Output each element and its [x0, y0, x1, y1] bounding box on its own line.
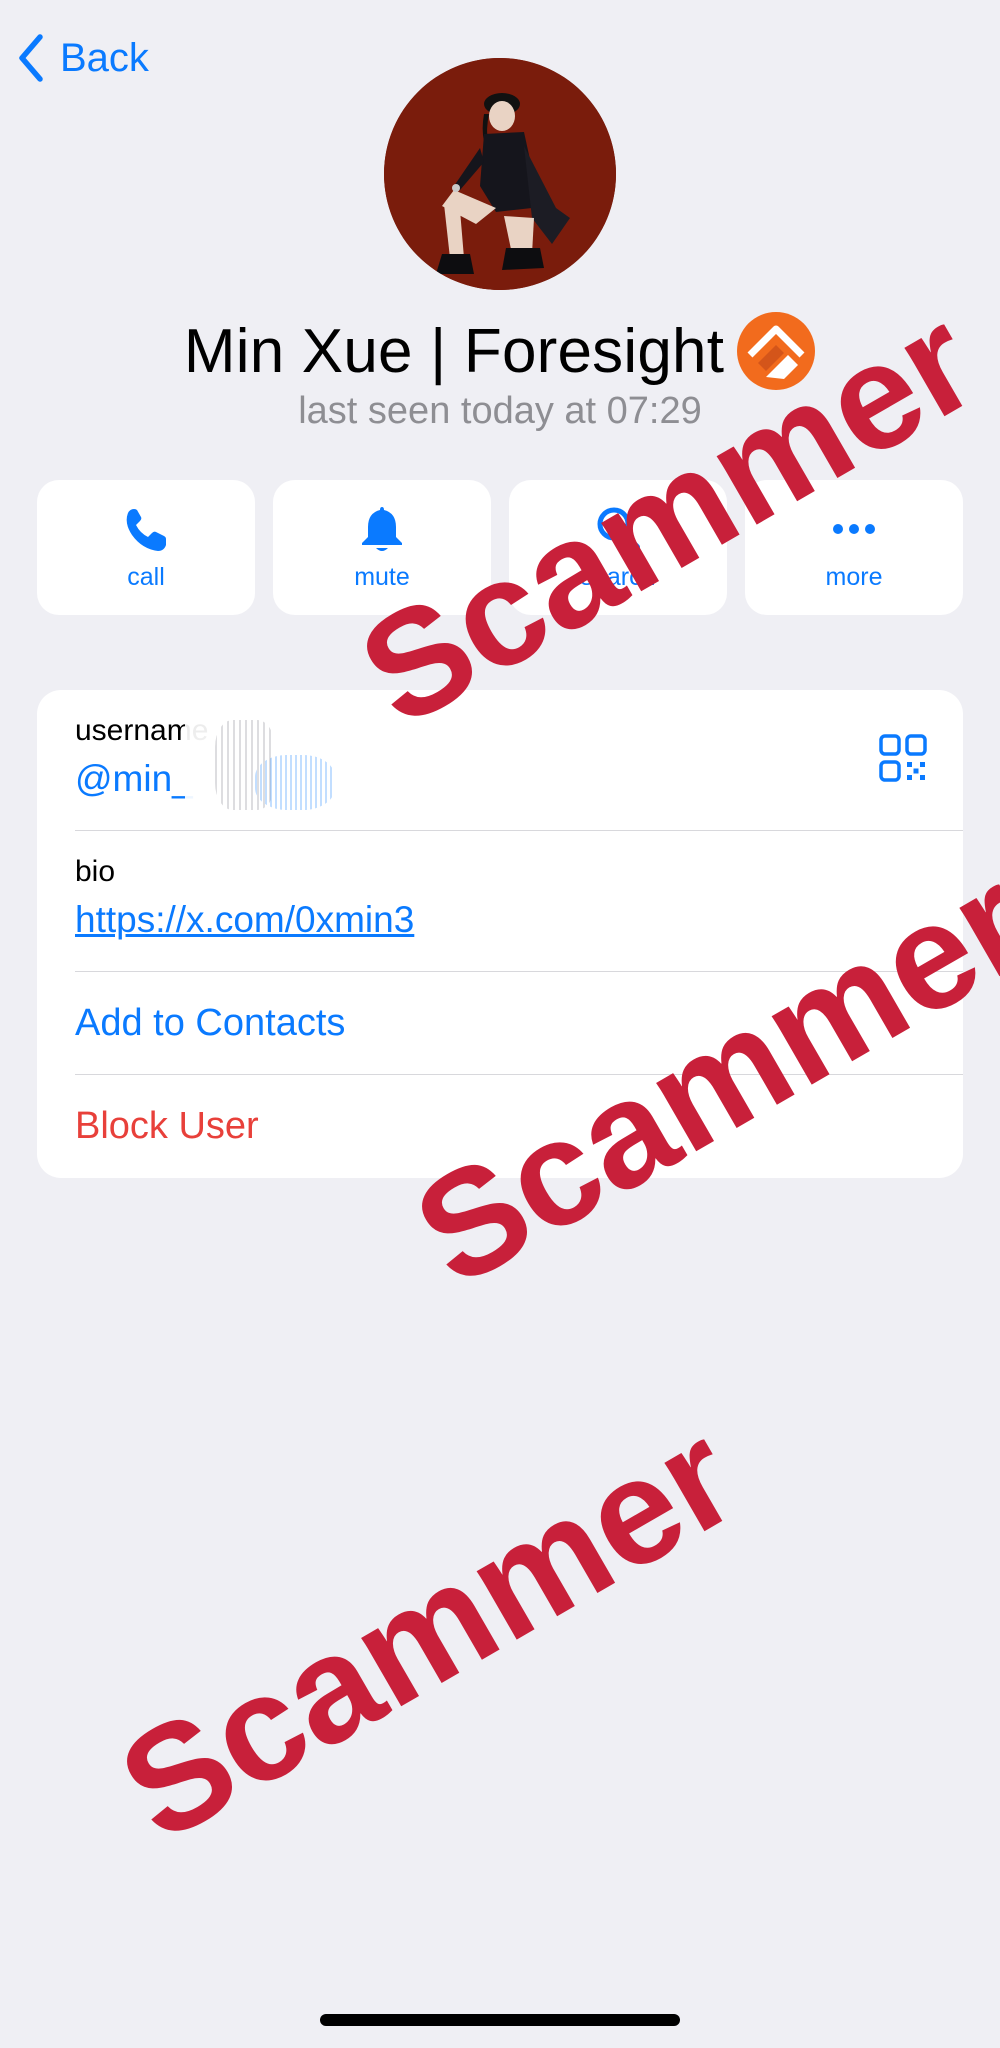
scammer-watermark: Scammer — [92, 1389, 762, 1873]
info-card: username @min_ bio https://x.com/0xmin3 … — [37, 690, 963, 1178]
more-icon — [833, 524, 875, 534]
qr-code-icon[interactable] — [879, 734, 927, 782]
add-to-contacts-button[interactable]: Add to Contacts — [75, 972, 963, 1075]
action-bar: call mute search more — [37, 480, 963, 615]
last-seen-status: last seen today at 07:29 — [298, 390, 702, 432]
block-user-button[interactable]: Block User — [75, 1075, 963, 1178]
bell-icon — [362, 507, 402, 551]
back-button[interactable]: Back — [16, 30, 149, 86]
phone-icon — [126, 509, 166, 551]
bio-label: bio — [75, 855, 116, 888]
chevron-left-icon — [19, 34, 43, 82]
back-label: Back — [60, 35, 149, 80]
bio-link[interactable]: https://x.com/0xmin3 — [75, 899, 963, 941]
search-icon — [597, 507, 640, 550]
profile-name: Min Xue | Foresight — [183, 316, 725, 386]
foresight-logo-icon — [737, 312, 816, 390]
redaction-blur — [185, 700, 425, 820]
search-button[interactable]: search — [509, 480, 727, 615]
avatar[interactable] — [384, 58, 616, 290]
mute-label: mute — [354, 563, 410, 591]
profile-screen: Back Min Xue | Foresight last seen today… — [0, 0, 1000, 2048]
block-user-label: Block User — [75, 1105, 259, 1147]
home-indicator[interactable] — [320, 2014, 680, 2026]
avatar-image — [384, 58, 616, 290]
bio-row: bio https://x.com/0xmin3 — [75, 831, 963, 972]
profile-name-row: Min Xue | Foresight — [0, 308, 1000, 394]
search-label: search — [580, 563, 656, 591]
add-to-contacts-label: Add to Contacts — [75, 1001, 346, 1044]
more-button[interactable]: more — [745, 480, 963, 615]
call-label: call — [127, 563, 165, 591]
call-button[interactable]: call — [37, 480, 255, 615]
more-label: more — [825, 563, 883, 591]
mute-button[interactable]: mute — [273, 480, 491, 615]
username-row[interactable]: username @min_ — [75, 690, 963, 831]
